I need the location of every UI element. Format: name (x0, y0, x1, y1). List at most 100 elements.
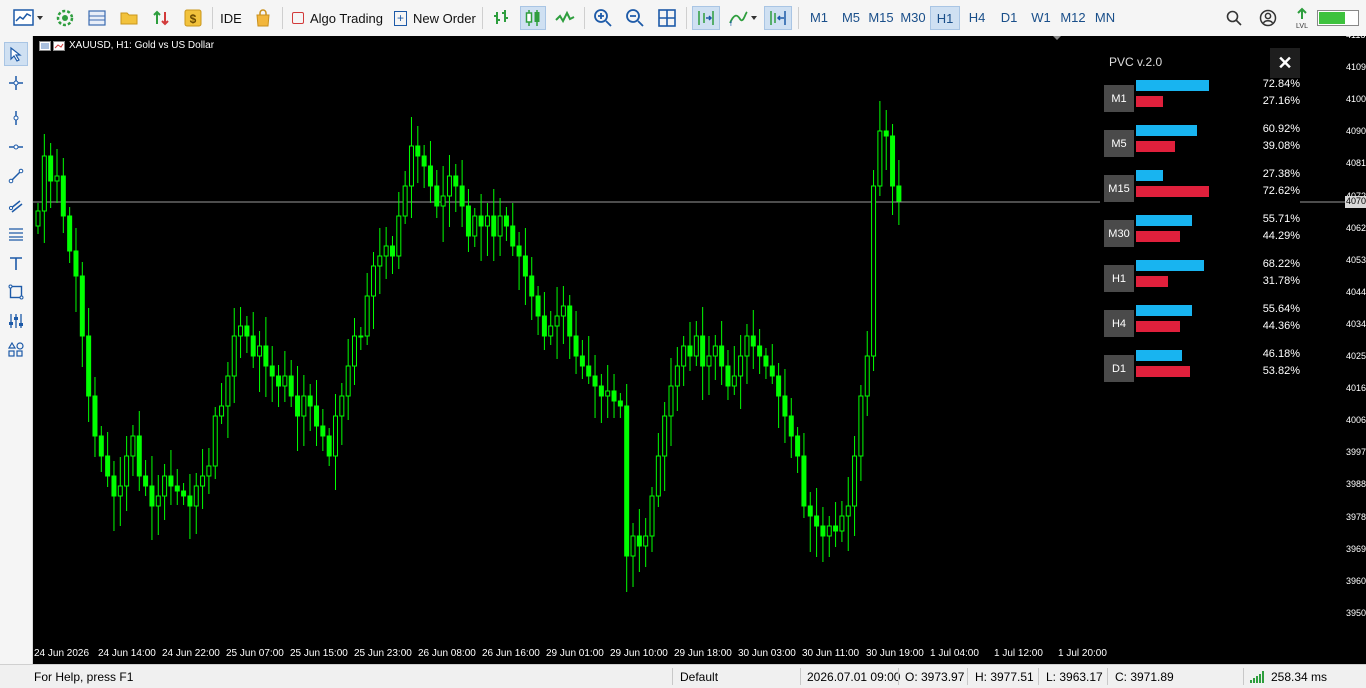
timeframe-h1[interactable]: H1 (930, 6, 960, 30)
pvc-row-h1: H1 68.22% 31.78% (1104, 258, 1300, 300)
bar-low: L: 3963.17 (1046, 670, 1103, 684)
candle-body (731, 375, 737, 387)
time-tick-label: 30 Jun 19:00 (866, 648, 924, 659)
svg-text:$: $ (190, 12, 197, 26)
candle-body (41, 155, 47, 212)
algo-trading-button[interactable]: Algo Trading (288, 6, 384, 30)
horizontal-line-tool[interactable] (4, 135, 28, 159)
objects-tool[interactable] (4, 338, 28, 362)
line-chart-button[interactable] (552, 6, 578, 30)
cursor-icon (10, 46, 22, 62)
price-axis[interactable]: 3950.65 3960.00 3969.35 3978.70 3988.05 3997.… (1345, 36, 1366, 644)
toolbar-separator (584, 7, 585, 29)
candle-body (465, 205, 471, 237)
time-tick-label: 26 Jun 08:00 (418, 648, 476, 659)
price-tick-label: 4118.95 (1346, 36, 1366, 40)
timeframe-m30[interactable]: M30 (898, 6, 928, 30)
vertical-line-tool[interactable] (4, 106, 28, 130)
new-order-button[interactable]: + New Order (390, 6, 476, 30)
stop-icon (292, 12, 304, 24)
trend-line-tool[interactable] (4, 164, 28, 188)
chart-shift-icon (770, 11, 786, 25)
timeframe-w1[interactable]: W1 (1026, 6, 1056, 30)
candle-body (105, 455, 111, 477)
status-separator (1243, 668, 1244, 685)
price-chart[interactable]: XAUUSD, H1: Gold vs US Dollar PVC v.2.0 … (33, 36, 1345, 644)
crosshair-tool[interactable] (4, 71, 28, 95)
pvc-bear-bar (1136, 321, 1181, 332)
candle-body (706, 355, 712, 367)
signal-strength-button[interactable]: LVL (1290, 6, 1314, 30)
indicator-settings-tool[interactable] (4, 309, 28, 333)
candle-body (890, 135, 896, 187)
candle-body (814, 515, 820, 527)
profile-name[interactable]: Default (680, 670, 718, 684)
pvc-row-h4: H4 55.64% 44.36% (1104, 303, 1300, 345)
pvc-close-button[interactable]: ✕ (1270, 48, 1300, 78)
zoom-in-button[interactable] (590, 6, 616, 30)
text-icon (10, 257, 22, 270)
signals-button[interactable]: $ (180, 6, 206, 30)
candle-body (149, 485, 155, 507)
sliders-icon (9, 314, 23, 328)
price-tick-label: 3997.40 (1346, 447, 1366, 458)
equidistant-channel-tool[interactable] (4, 193, 28, 217)
new-order-label: New Order (413, 10, 476, 26)
text-tool[interactable] (4, 251, 28, 275)
indicators-button[interactable]: f (726, 6, 760, 30)
candle-body (617, 400, 623, 407)
timeframe-m5[interactable]: M5 (838, 6, 864, 30)
candle-chart-button[interactable] (520, 6, 546, 30)
tile-windows-button[interactable] (654, 6, 680, 30)
timeframe-d1[interactable]: D1 (994, 6, 1024, 30)
help-text: For Help, press F1 (34, 670, 134, 684)
candle-body (117, 485, 123, 497)
candle-body (408, 145, 414, 187)
symbol-title: XAUUSD, H1: Gold vs US Dollar (69, 40, 215, 51)
new-chart-button[interactable] (10, 6, 46, 30)
candle-body (503, 215, 509, 227)
bar-chart-button[interactable] (488, 6, 514, 30)
timeframe-mn[interactable]: MN (1090, 6, 1120, 30)
auto-scroll-button[interactable] (692, 6, 720, 30)
timeframe-h4[interactable]: H4 (962, 6, 992, 30)
trade-button[interactable] (148, 6, 174, 30)
search-button[interactable] (1222, 6, 1246, 30)
account-button[interactable] (1256, 6, 1280, 30)
candle-body (168, 475, 174, 487)
plus-icon: + (394, 10, 407, 26)
timeframe-m15[interactable]: M15 (866, 6, 896, 30)
candle-body (725, 365, 731, 387)
pvc-timeframe-label: H1 (1104, 265, 1134, 292)
candle-body (681, 345, 687, 367)
ide-button[interactable]: IDE (218, 6, 244, 30)
market-button[interactable] (250, 6, 276, 30)
chart-shift-button[interactable] (764, 6, 792, 30)
timeframe-m1[interactable]: M1 (806, 6, 832, 30)
candle-body (67, 215, 73, 252)
candle-body (700, 335, 706, 367)
shapes-tool[interactable] (4, 280, 28, 304)
candle-body (238, 325, 244, 337)
candle-body (111, 475, 117, 497)
data-window-button[interactable] (84, 6, 110, 30)
price-tick-label: 4025.45 (1346, 351, 1366, 361)
market-watch-button[interactable] (52, 6, 78, 30)
cursor-tool[interactable] (4, 42, 28, 66)
close-icon: ✕ (1277, 52, 1293, 73)
candle-body (181, 490, 187, 497)
candle-body (852, 455, 858, 507)
time-axis[interactable]: 24 Jun 2026 24 Jun 14:00 24 Jun 22:00 25 Ju… (33, 644, 1366, 664)
battery-indicator (1316, 6, 1360, 30)
zoom-out-button[interactable] (622, 6, 648, 30)
candle-body (35, 210, 41, 227)
candle-body (60, 175, 66, 217)
timeframe-m12[interactable]: M12 (1058, 6, 1088, 30)
candle-body (744, 335, 750, 357)
pvc-row-m1: M1 72.84% 27.16% (1104, 78, 1300, 120)
fibonacci-tool[interactable] (4, 222, 28, 246)
time-tick-label: 1 Jul 04:00 (930, 648, 979, 659)
price-tick-label: 3988.05 (1346, 479, 1366, 490)
pvc-bear-percent: 39.08% (1262, 140, 1300, 152)
navigator-button[interactable] (116, 6, 142, 30)
